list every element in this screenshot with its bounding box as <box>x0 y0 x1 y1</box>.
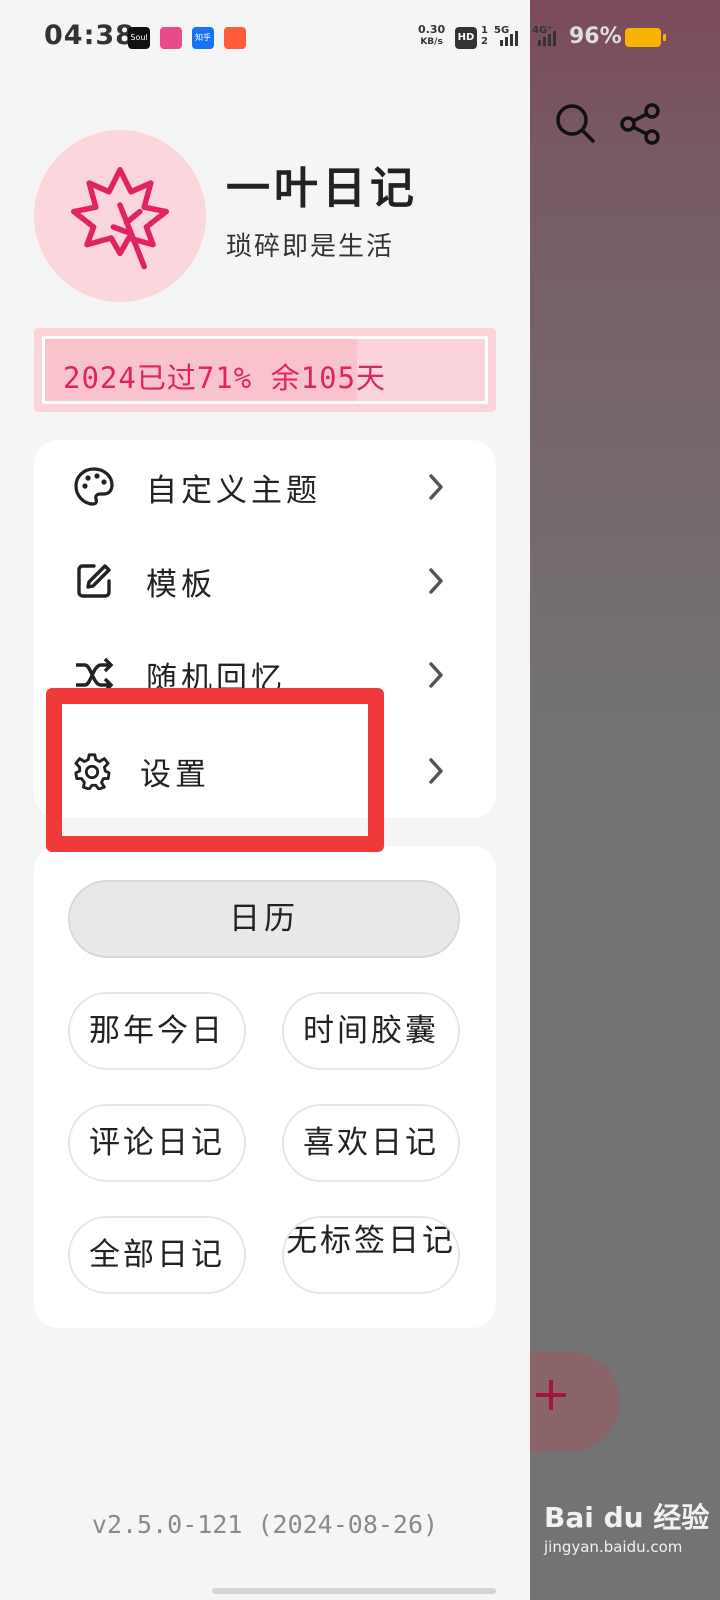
maple-leaf-icon <box>71 167 169 270</box>
zhihu-app-icon: 知乎 <box>192 27 214 49</box>
chevron-right-icon <box>429 662 443 688</box>
menu-item-label: 模板 <box>146 566 216 603</box>
chevron-right-icon <box>429 474 443 500</box>
app-version: v2.5.0-121 (2024-08-26) <box>91 1510 439 1539</box>
commented-diary-chip[interactable]: 评论日记 <box>68 1104 246 1182</box>
time-capsule-chip[interactable]: 时间胶囊 <box>282 992 460 1070</box>
signal-4g-icon <box>538 28 556 46</box>
battery-icon <box>625 28 666 47</box>
search-icon[interactable] <box>554 102 596 144</box>
baidu-watermark: Bai du 经验 jingyan.baidu.com <box>544 1496 709 1556</box>
year-progress-text: 2024已过71% 余105天 <box>63 361 387 395</box>
status-bar: 04:38 Soul 知乎 0.30 KB/s HD 12 5G 4G⁺ 96% <box>0 0 720 76</box>
soul-app-icon: Soul <box>128 27 150 49</box>
app-logo <box>34 130 206 302</box>
chevron-right-icon <box>429 568 443 594</box>
all-diary-chip[interactable]: 全部日记 <box>68 1216 246 1294</box>
watermark-url: jingyan.baidu.com <box>544 1538 683 1556</box>
battery-percent: 96% <box>569 24 622 49</box>
lofter-app-icon <box>160 27 182 49</box>
year-progress-bar: 2024已过71% 余105天 <box>34 328 496 412</box>
untagged-diary-chip[interactable]: 无标签日记 <box>282 1216 460 1294</box>
home-indicator[interactable] <box>212 1588 496 1594</box>
hd-voice-icon: HD <box>455 27 477 49</box>
on-this-day-chip[interactable]: 那年今日 <box>68 992 246 1070</box>
share-icon[interactable] <box>618 102 662 146</box>
menu-item-template[interactable]: 模板 <box>34 534 496 628</box>
chevron-right-icon <box>429 758 443 784</box>
highlight-annotation <box>46 688 384 852</box>
edit-square-icon <box>72 559 116 603</box>
status-time: 04:38 <box>44 20 135 51</box>
diary-nav-card: 日历 那年今日 时间胶囊 评论日记 喜欢日记 全部日记 无标签日记 <box>34 846 496 1328</box>
menu-item-label: 自定义主题 <box>146 472 321 509</box>
liked-diary-chip[interactable]: 喜欢日记 <box>282 1104 460 1182</box>
calendar-button[interactable]: 日历 <box>68 880 460 958</box>
app-name: 一叶日记 <box>226 163 418 214</box>
menu-item-custom-theme[interactable]: 自定义主题 <box>34 440 496 534</box>
palette-icon <box>72 465 116 509</box>
kuaishou-app-icon <box>224 27 246 49</box>
watermark-title: Bai du 经验 <box>544 1501 710 1534</box>
year-progress-track: 2024已过71% 余105天 <box>42 336 488 404</box>
network-speed: 0.30 KB/s <box>418 23 446 48</box>
plus-icon <box>536 1380 566 1410</box>
signal-5g-icon <box>500 28 518 46</box>
app-tagline: 琐碎即是生活 <box>226 232 395 262</box>
